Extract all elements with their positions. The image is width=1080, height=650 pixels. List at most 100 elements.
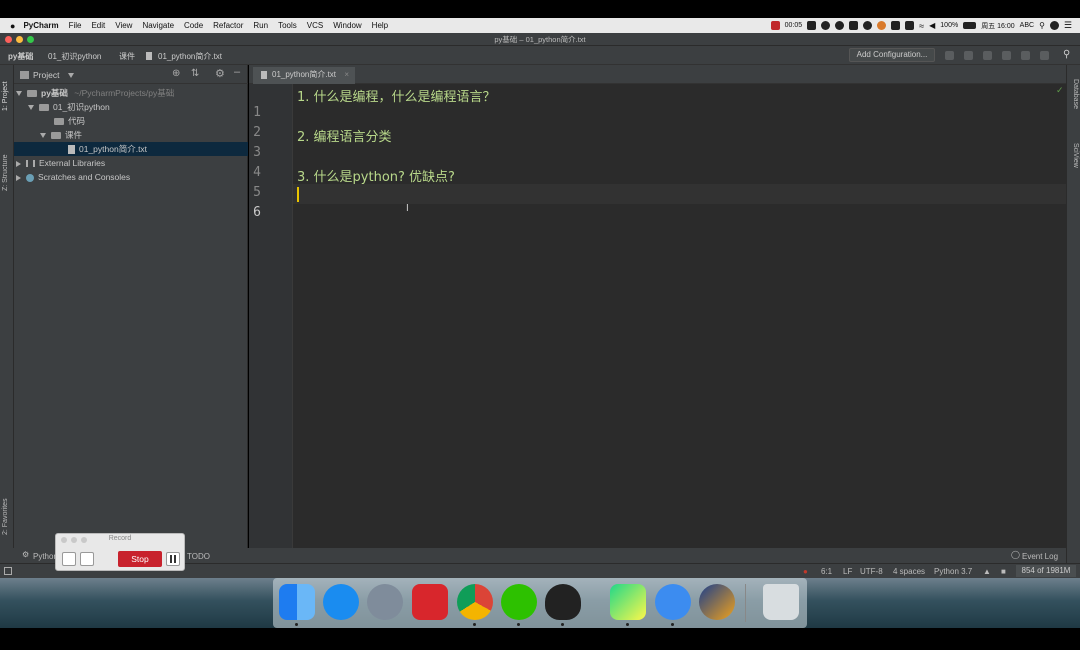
record-pause-button[interactable] bbox=[166, 552, 180, 566]
breadcrumb-folder[interactable]: 01_初识python bbox=[48, 51, 101, 62]
tab-favorites[interactable]: 2: Favorites bbox=[2, 498, 9, 535]
search-everywhere-icon[interactable]: ⚲ bbox=[1063, 49, 1070, 60]
expand-arrow-icon[interactable] bbox=[16, 91, 22, 97]
editor-tab-bar: 01_python简介.txt × bbox=[249, 65, 1066, 84]
menu-vcs[interactable]: VCS bbox=[307, 21, 323, 30]
status-icon-c[interactable] bbox=[849, 21, 859, 30]
coverage-icon[interactable] bbox=[983, 51, 992, 60]
locate-file-icon[interactable]: ⊕ bbox=[172, 68, 180, 79]
transmit-icon[interactable] bbox=[699, 584, 735, 620]
menu-view[interactable]: View bbox=[115, 21, 132, 30]
status-icon-a[interactable] bbox=[807, 21, 817, 30]
profile-icon[interactable] bbox=[1002, 51, 1011, 60]
editor-tab-active[interactable]: 01_python简介.txt × bbox=[253, 67, 355, 84]
record-pen-button[interactable] bbox=[62, 552, 76, 566]
settings-gear-icon[interactable]: ⚙ bbox=[215, 67, 225, 80]
tree-folder-courseware[interactable]: 课件 bbox=[40, 128, 82, 142]
collapse-all-icon[interactable]: ⇅ bbox=[191, 68, 199, 79]
memory-indicator[interactable]: 854 of 1981M bbox=[1016, 565, 1076, 577]
code-line-3[interactable]: 2. 编程语言分类 bbox=[297, 126, 392, 145]
collapse-arrow-icon[interactable] bbox=[16, 174, 21, 181]
launchpad-icon[interactable] bbox=[367, 584, 403, 620]
tree-file-selected[interactable]: 01_python简介.txt bbox=[14, 142, 248, 156]
breadcrumb-file[interactable]: 01_python简介.txt bbox=[158, 51, 222, 62]
breadcrumb-project[interactable]: py基础 bbox=[8, 51, 33, 62]
tab-sciview[interactable]: SciView bbox=[1072, 143, 1079, 168]
tab-structure[interactable]: Z: Structure bbox=[2, 154, 9, 191]
tree-scratches[interactable]: Scratches and Consoles bbox=[16, 170, 130, 184]
safari-icon[interactable] bbox=[323, 584, 359, 620]
apple-menu-icon[interactable]: ● bbox=[10, 21, 15, 31]
run-icon[interactable] bbox=[945, 51, 954, 60]
wifi-icon[interactable]: ≈ bbox=[919, 21, 924, 31]
expand-arrow-icon[interactable] bbox=[40, 133, 46, 139]
git-status-icon[interactable]: ● bbox=[803, 567, 808, 576]
stop-run-icon[interactable] bbox=[1021, 51, 1030, 60]
record-stop-button[interactable]: Stop bbox=[118, 551, 162, 567]
tree-folder-code[interactable]: 代码 bbox=[54, 114, 85, 128]
siri-icon[interactable] bbox=[1049, 21, 1059, 30]
menu-help[interactable]: Help bbox=[372, 21, 388, 30]
add-configuration-button[interactable]: Add Configuration... bbox=[849, 48, 935, 62]
project-view-selector[interactable]: Project bbox=[33, 70, 59, 80]
menu-window[interactable]: Window bbox=[333, 21, 361, 30]
wechat-icon[interactable] bbox=[501, 584, 537, 620]
inspection-ok-icon[interactable]: ✓ bbox=[1056, 85, 1064, 96]
spotlight-icon[interactable]: ⚲ bbox=[1039, 21, 1045, 30]
status-icon-d[interactable] bbox=[863, 21, 873, 30]
feishu-icon[interactable] bbox=[655, 584, 691, 620]
pause-icon bbox=[170, 555, 172, 563]
tab-database[interactable]: Database bbox=[1072, 79, 1079, 109]
project-view-dropdown-icon[interactable] bbox=[68, 73, 74, 78]
status-icon-e[interactable] bbox=[891, 21, 901, 30]
trash-icon[interactable] bbox=[763, 584, 799, 620]
qq-icon[interactable] bbox=[545, 584, 581, 620]
menu-app-name[interactable]: PyCharm bbox=[23, 21, 58, 30]
file-encoding[interactable]: UTF-8 bbox=[860, 567, 883, 576]
event-log-tab[interactable]: Event Log bbox=[1022, 552, 1058, 561]
tree-folder-intro[interactable]: 01_初识python bbox=[28, 100, 110, 114]
code-line-1[interactable]: 1. 什么是编程，什么是编程语言？ bbox=[297, 86, 496, 105]
caret-position[interactable]: 6:1 bbox=[821, 567, 832, 576]
menu-refactor[interactable]: Refactor bbox=[213, 21, 243, 30]
color-icon[interactable] bbox=[877, 21, 887, 30]
todo-tab[interactable]: TODO bbox=[187, 552, 210, 561]
status-icon-b[interactable] bbox=[835, 21, 845, 30]
close-tab-icon[interactable]: × bbox=[344, 67, 349, 83]
python-interpreter[interactable]: Python 3.7 bbox=[934, 567, 972, 576]
line-separator[interactable]: LF bbox=[843, 567, 852, 576]
menu-run[interactable]: Run bbox=[253, 21, 268, 30]
tree-root-project[interactable]: py基础 ~/PycharmProjects/py基础 bbox=[16, 86, 174, 100]
tree-external-libraries[interactable]: External Libraries bbox=[16, 156, 105, 170]
volume-icon[interactable]: ◀ bbox=[929, 21, 935, 30]
expand-arrow-icon[interactable] bbox=[28, 105, 34, 111]
menu-navigate[interactable]: Navigate bbox=[142, 21, 174, 30]
lock-icon[interactable]: ▲ bbox=[983, 567, 991, 576]
battery-percent[interactable]: 100% bbox=[940, 22, 958, 29]
screen-record-icon[interactable] bbox=[770, 21, 780, 30]
indent-setting[interactable]: 4 spaces bbox=[893, 567, 925, 576]
wechat-status-icon[interactable] bbox=[821, 21, 831, 30]
hector-icon[interactable]: ■ bbox=[1001, 567, 1006, 576]
toggle-tool-windows-icon[interactable] bbox=[4, 567, 12, 575]
debug-icon[interactable] bbox=[964, 51, 973, 60]
menu-tools[interactable]: Tools bbox=[278, 21, 297, 30]
hide-panel-icon[interactable]: – bbox=[234, 66, 240, 78]
build-icon[interactable] bbox=[1040, 51, 1049, 60]
tab-project[interactable]: 1: Project bbox=[2, 81, 9, 111]
input-method[interactable]: ABC bbox=[1020, 22, 1034, 29]
finder-icon[interactable] bbox=[279, 584, 315, 620]
breadcrumb-subfolder[interactable]: 课件 bbox=[119, 51, 135, 62]
chrome-icon[interactable] bbox=[457, 584, 493, 620]
collapse-arrow-icon[interactable] bbox=[16, 160, 21, 167]
netease-music-icon[interactable] bbox=[412, 584, 448, 620]
menu-code[interactable]: Code bbox=[184, 21, 203, 30]
pycharm-icon[interactable] bbox=[610, 584, 646, 620]
code-line-5[interactable]: 3. 什么是python? 优缺点? bbox=[297, 166, 455, 185]
menu-edit[interactable]: Edit bbox=[91, 21, 105, 30]
record-area-button[interactable] bbox=[80, 552, 94, 566]
notification-center-icon[interactable]: ☰ bbox=[1064, 20, 1072, 31]
menu-file[interactable]: File bbox=[69, 21, 82, 30]
display-icon[interactable] bbox=[905, 21, 915, 30]
datetime[interactable]: 周五 16:00 bbox=[981, 21, 1014, 31]
